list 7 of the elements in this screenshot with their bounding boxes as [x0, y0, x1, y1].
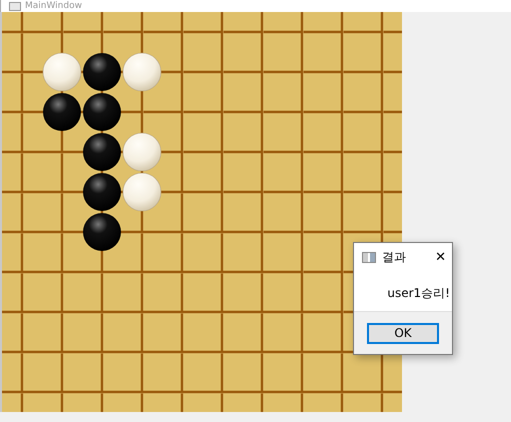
window-icon [9, 2, 21, 10]
result-message: user1승리! [386, 285, 451, 302]
dialog-title: 결과 [382, 248, 407, 266]
window-icon [362, 252, 376, 262]
ok-button[interactable]: OK [367, 322, 439, 344]
window-title: MainWindow [25, 1, 82, 11]
close-button[interactable]: ✕ [435, 250, 446, 264]
